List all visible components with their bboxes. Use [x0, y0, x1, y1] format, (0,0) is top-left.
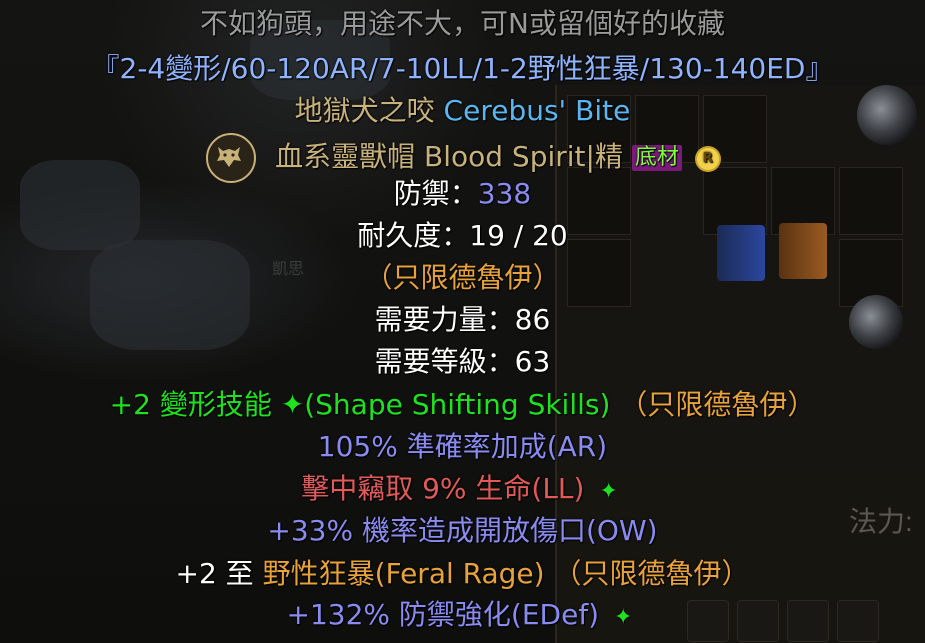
required-level: 需要等級：63 [374, 345, 551, 378]
sparkle-icon: ✦ [280, 388, 305, 421]
mod-feral-class: （只限德魯伊） [553, 557, 750, 590]
required-strength: 需要力量：86 [374, 303, 551, 336]
sparkle-icon: ✦ [599, 479, 618, 504]
sparkle-icon: ✦ [614, 605, 633, 630]
mod-feral-skill: 野性狂暴(Feral Rage) [262, 557, 545, 590]
item-name-en: Cerebus' Bite [443, 94, 631, 127]
item-name-cn: 地獄犬之咬 [294, 94, 435, 127]
durability-line: 耐久度：19 / 20 [357, 219, 568, 252]
item-note: 不如狗頭，用途不大，可N或留個好的收藏 [200, 7, 725, 40]
mod-enhanced-defense-line: +132% 防禦強化(EDef) ✦ [0, 601, 925, 629]
mod-feral-prefix: +2 至 [175, 557, 254, 590]
item-base-en: Blood Spirit [424, 140, 586, 173]
wolf-head-icon [206, 133, 257, 183]
mod-feral-rage: +2 至 野性狂暴(Feral Rage) （只限德魯伊） [0, 560, 925, 588]
mod-skills-en: (Shape Shifting Skills) [304, 388, 611, 421]
mod-skills-class: （只限德魯伊） [619, 388, 816, 421]
mod-enhanced-defense: +132% 防禦強化(EDef) [286, 598, 600, 631]
defense-value: 338 [477, 177, 532, 210]
mod-shape-shifting: +2 變形技能 ✦(Shape Shifting Skills) （只限德魯伊） [0, 391, 925, 419]
item-base-type: 血系靈獸帽 Blood Spirit|精 底材 R [0, 133, 925, 183]
mod-life-leech: 擊中竊取 9% 生命(LL) [301, 472, 585, 505]
mod-attack-rating: 105% 準確率加成(AR) [317, 430, 608, 463]
mod-open-wounds: +33% 機率造成開放傷口(OW) [267, 514, 658, 547]
game-screen: 凱思 法力: 不如狗頭，用途不大，可N或留個好的收藏 『2-4變形/60-120… [0, 0, 925, 643]
class-restriction: （只限德魯伊） [364, 261, 561, 294]
item-base-tier: 精 [594, 140, 623, 173]
base-material-badge: 底材 [631, 145, 682, 171]
item-base-separator: | [585, 140, 595, 173]
defense-line: 防禦：338 [0, 180, 925, 208]
item-affix-tag: 『2-4變形/60-120AR/7-10LL/1-2野性狂暴/130-140ED… [91, 52, 834, 85]
rarity-badge: R [696, 148, 719, 170]
mod-life-leech-line: 擊中竊取 9% 生命(LL) ✦ [0, 475, 925, 503]
defense-label: 防禦： [393, 177, 478, 210]
item-base-cn: 血系靈獸帽 [275, 140, 416, 173]
mod-skills-value: +2 變形技能 [109, 388, 272, 421]
item-name: 地獄犬之咬 Cerebus' Bite [0, 97, 925, 125]
